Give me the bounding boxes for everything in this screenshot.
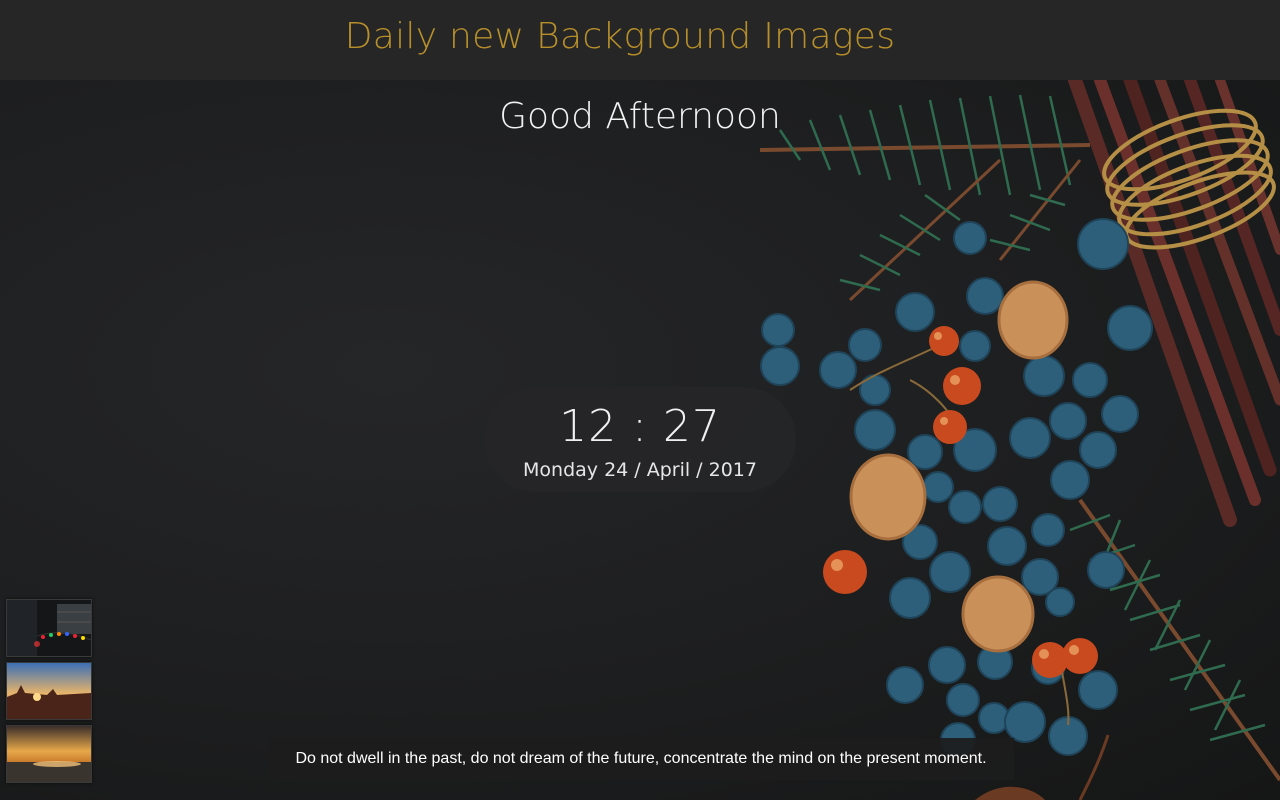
thumbnail-desert-sunset[interactable] (6, 662, 92, 720)
thumbnail-night-lights[interactable] (6, 599, 92, 657)
header-banner: Daily new Background Images (0, 0, 1280, 80)
night-lights-image (7, 600, 91, 656)
greeting-text: Good Afternoon (499, 96, 781, 137)
thumbnail-beach-sunset[interactable] (6, 725, 92, 783)
beach-sunset-image (7, 726, 91, 782)
clock-widget: 12 : 27 Monday 24 / April / 2017 (484, 387, 796, 492)
page-title: Daily new Background Images (344, 16, 896, 57)
clock-date: Monday 24 / April / 2017 (523, 459, 757, 481)
quote-text: Do not dwell in the past, do not dream o… (295, 750, 987, 767)
background-thumbnails (6, 599, 92, 788)
clock-time: 12 : 27 (559, 401, 721, 452)
desert-sunset-image (7, 663, 91, 719)
quote-bar: Do not dwell in the past, do not dream o… (268, 738, 1014, 780)
